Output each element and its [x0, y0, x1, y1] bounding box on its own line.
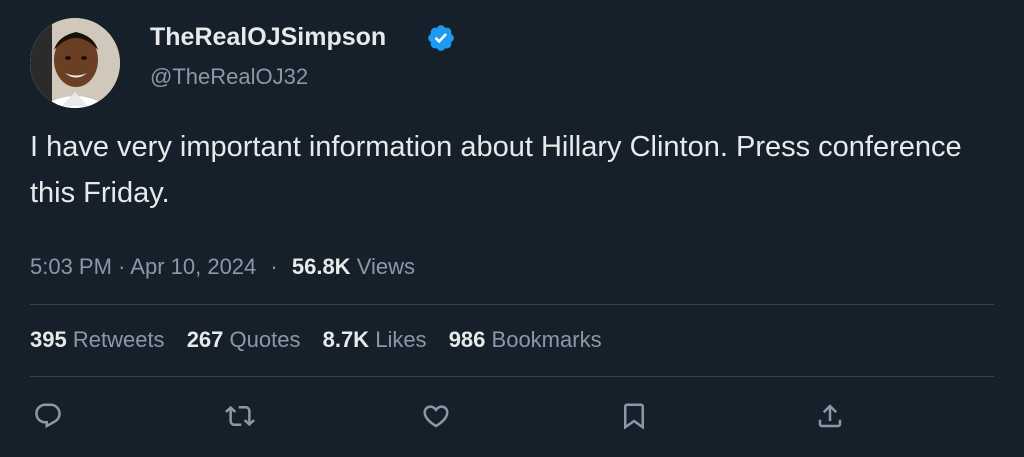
bookmarks-label: Bookmarks [491, 327, 602, 352]
share-icon [818, 404, 842, 428]
views-label: Views [356, 254, 415, 279]
bookmark-button[interactable] [616, 398, 652, 434]
tweet-date[interactable]: Apr 10, 2024 [130, 254, 256, 279]
views-count: 56.8K [291, 254, 351, 279]
like-icon [423, 405, 449, 428]
verified-badge-icon[interactable] [426, 23, 456, 53]
divider [30, 304, 994, 305]
tweet-time[interactable]: 5:03 PM [30, 254, 112, 279]
tweet-meta: 5:03 PM · Apr 10, 2024 · 56.8K Views [30, 252, 415, 282]
bookmark-icon [624, 403, 644, 430]
retweet-button[interactable] [222, 398, 258, 434]
reply-button[interactable] [30, 398, 66, 434]
meta-separator: · [270, 254, 278, 279]
likes-label: Likes [375, 327, 427, 352]
avatar[interactable] [30, 18, 120, 108]
share-button[interactable] [812, 398, 848, 434]
bookmarks-count: 986 [448, 327, 486, 352]
quotes-stat[interactable]: 267 Quotes [187, 327, 301, 352]
retweets-label: Retweets [72, 327, 165, 352]
tweet-text: I have very important information about … [30, 131, 962, 209]
retweets-stat[interactable]: 395 Retweets [30, 327, 165, 352]
reply-icon [35, 403, 61, 429]
meta-separator: · [118, 254, 126, 279]
likes-stat[interactable]: 8.7K Likes [323, 327, 427, 352]
tweet-card: TheRealOJSimpson @TheRealOJ32 I have ver… [0, 0, 1024, 457]
quotes-count: 267 [186, 327, 224, 352]
engagement-stats: 395 Retweets 267 Quotes 8.7K Likes 986 B… [30, 325, 618, 355]
bookmarks-stat[interactable]: 986 Bookmarks [449, 327, 602, 352]
avatar-photo [30, 18, 120, 108]
likes-count: 8.7K [322, 327, 370, 352]
display-name[interactable]: TheRealOJSimpson [150, 20, 386, 54]
author-handle[interactable]: @TheRealOJ32 [150, 62, 308, 92]
like-button[interactable] [418, 398, 454, 434]
retweets-count: 395 [30, 327, 67, 352]
retweet-icon [225, 405, 255, 427]
divider [30, 376, 994, 377]
quotes-label: Quotes [229, 327, 301, 352]
